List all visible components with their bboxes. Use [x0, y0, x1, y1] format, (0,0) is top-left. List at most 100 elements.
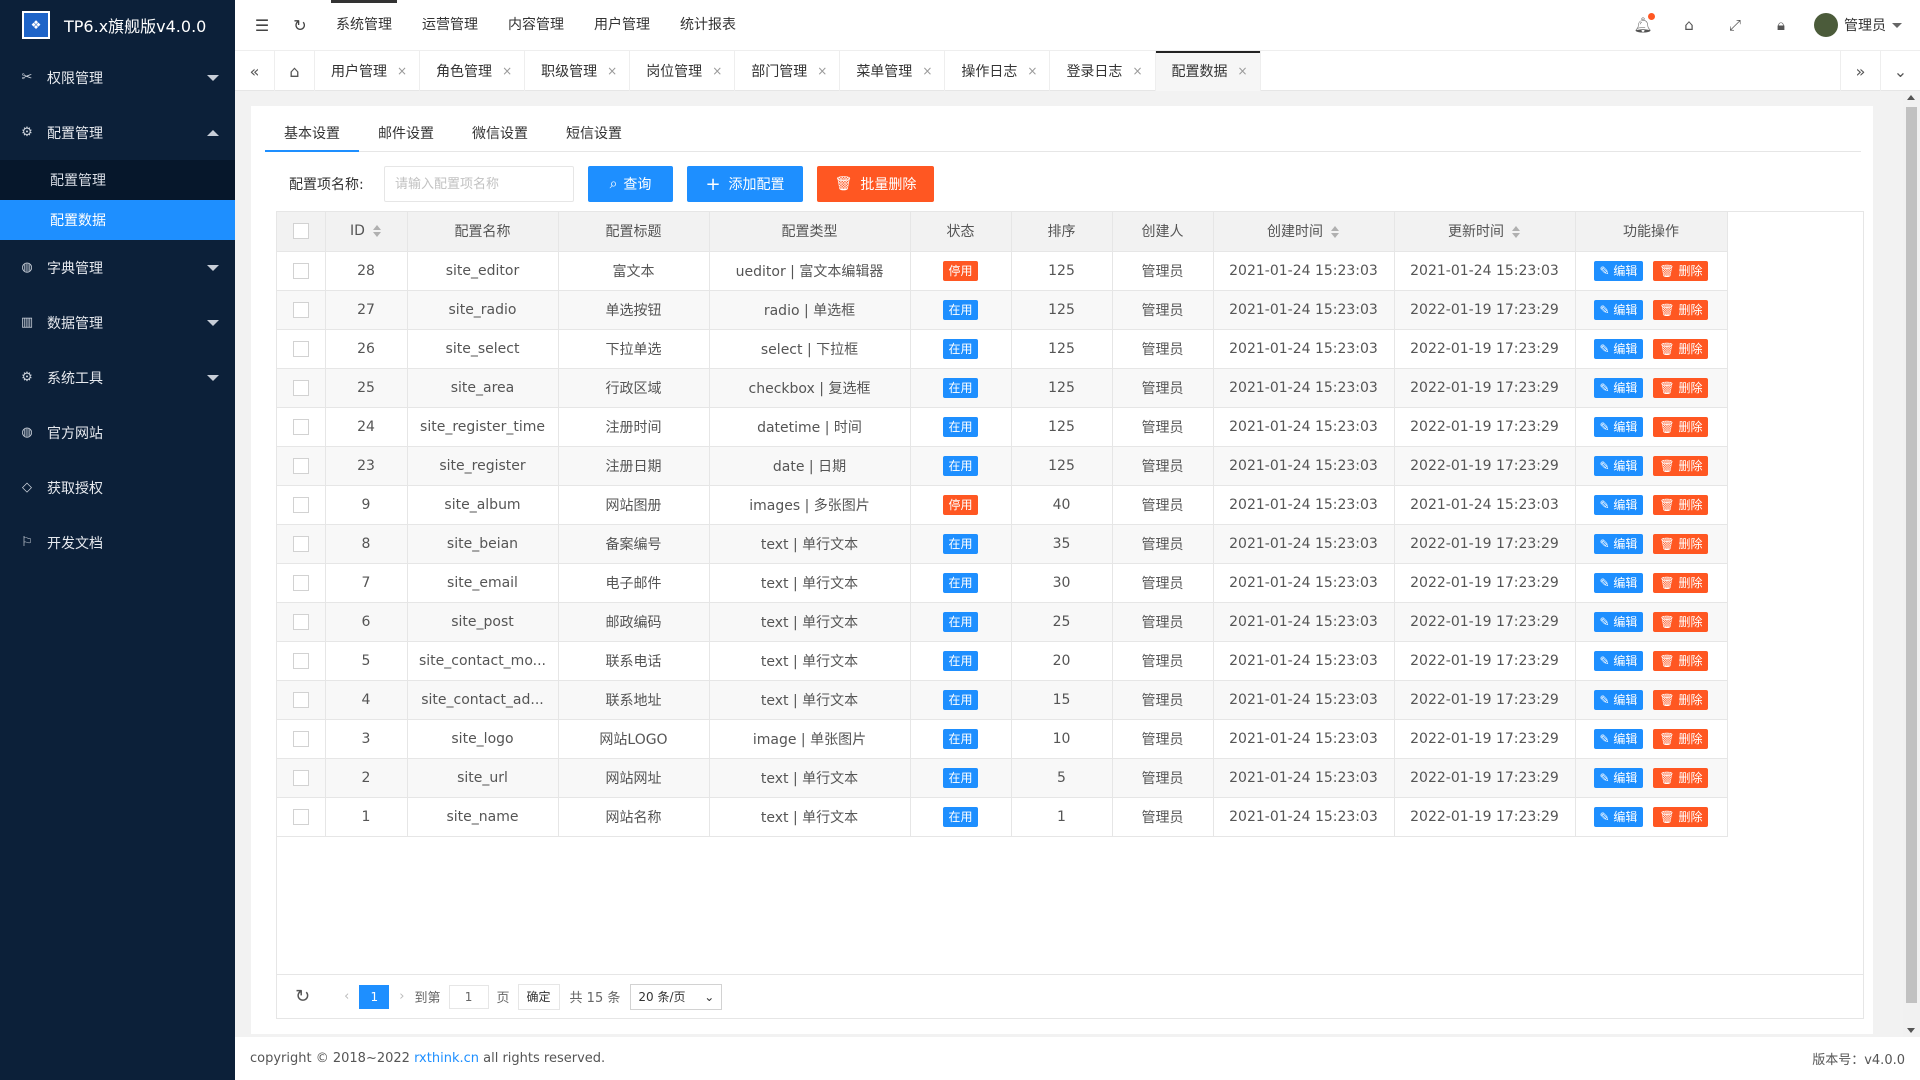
tab-menu-manage[interactable]: 菜单管理 ×	[840, 51, 946, 91]
next-page-icon[interactable]: ›	[399, 989, 404, 1004]
page-current[interactable]: 1	[359, 984, 390, 1009]
status-badge[interactable]: 在用	[943, 611, 978, 632]
edit-button[interactable]: ✎ 编辑	[1593, 806, 1644, 827]
home-icon[interactable]: ⌂	[275, 51, 315, 91]
row-checkbox[interactable]	[292, 730, 309, 747]
user-menu[interactable]: 管理员	[1804, 13, 1920, 37]
delete-button[interactable]: 🗑︎ 删除	[1653, 689, 1709, 710]
delete-button[interactable]: 🗑︎ 删除	[1653, 299, 1709, 320]
scroll-up-icon[interactable]	[1907, 95, 1915, 100]
delete-button[interactable]: 🗑︎ 删除	[1653, 611, 1709, 632]
row-checkbox[interactable]	[292, 574, 309, 591]
status-badge[interactable]: 停用	[943, 494, 978, 515]
row-checkbox[interactable]	[292, 340, 309, 357]
close-icon[interactable]: ×	[922, 64, 932, 78]
topnav-operation[interactable]: 运营管理	[407, 0, 493, 50]
row-checkbox[interactable]	[292, 496, 309, 513]
row-checkbox[interactable]	[292, 691, 309, 708]
sort-icon[interactable]	[1512, 226, 1521, 239]
row-checkbox[interactable]	[292, 652, 309, 669]
sidebar-item-permission[interactable]: ✂ 权限管理	[0, 50, 235, 105]
edit-button[interactable]: ✎ 编辑	[1593, 299, 1644, 320]
close-icon[interactable]: ×	[1238, 64, 1248, 78]
delete-button[interactable]: 🗑︎ 删除	[1653, 533, 1709, 554]
tabs-menu-chevron-down-icon[interactable]: ⌄	[1880, 51, 1920, 91]
refresh-icon[interactable]: ↻	[295, 986, 310, 1007]
sidebar-item-docs[interactable]: ⚐ 开发文档	[0, 515, 235, 570]
close-icon[interactable]: ×	[712, 64, 722, 78]
status-badge[interactable]: 在用	[943, 416, 978, 437]
edit-button[interactable]: ✎ 编辑	[1593, 377, 1644, 398]
sidebar-item-website[interactable]: ◍ 官方网站	[0, 405, 235, 460]
row-checkbox[interactable]	[292, 418, 309, 435]
delete-button[interactable]: 🗑︎ 删除	[1653, 650, 1709, 671]
tab-role-manage[interactable]: 角色管理 ×	[420, 51, 526, 91]
menu-toggle-icon[interactable]: ☰	[247, 16, 277, 35]
row-checkbox[interactable]	[292, 808, 309, 825]
header-created[interactable]: 创建时间	[1213, 212, 1395, 252]
delete-button[interactable]: 🗑︎ 删除	[1653, 338, 1709, 359]
row-checkbox[interactable]	[292, 535, 309, 552]
sort-icon[interactable]	[1331, 226, 1340, 239]
status-badge[interactable]: 在用	[943, 338, 978, 359]
goto-page-input[interactable]: 1	[448, 984, 489, 1009]
prev-page-icon[interactable]: ‹	[344, 989, 349, 1004]
delete-button[interactable]: 🗑︎ 删除	[1653, 260, 1709, 281]
topnav-system[interactable]: 系统管理	[321, 0, 407, 50]
edit-button[interactable]: ✎ 编辑	[1593, 572, 1644, 593]
tab-post-manage[interactable]: 岗位管理 ×	[630, 51, 736, 91]
status-badge[interactable]: 在用	[943, 728, 978, 749]
tab-user-manage[interactable]: 用户管理 ×	[315, 51, 421, 91]
topnav-user[interactable]: 用户管理	[579, 0, 665, 50]
close-icon[interactable]: ×	[1132, 64, 1142, 78]
row-checkbox[interactable]	[292, 769, 309, 786]
delete-button[interactable]: 🗑︎ 删除	[1653, 572, 1709, 593]
status-badge[interactable]: 在用	[943, 455, 978, 476]
close-icon[interactable]: ×	[607, 64, 617, 78]
subtab-basic[interactable]: 基本设置	[265, 116, 359, 152]
row-checkbox[interactable]	[292, 613, 309, 630]
sort-icon[interactable]	[372, 225, 382, 238]
status-badge[interactable]: 在用	[943, 650, 978, 671]
status-badge[interactable]: 在用	[943, 377, 978, 398]
status-badge[interactable]: 在用	[943, 689, 978, 710]
scrollbar-thumb[interactable]	[1906, 107, 1917, 1003]
subtab-wechat[interactable]: 微信设置	[453, 116, 547, 151]
edit-button[interactable]: ✎ 编辑	[1593, 767, 1644, 788]
status-badge[interactable]: 在用	[943, 767, 978, 788]
refresh-icon[interactable]: ↻	[285, 16, 315, 35]
edit-button[interactable]: ✎ 编辑	[1593, 611, 1644, 632]
edit-button[interactable]: ✎ 编辑	[1593, 689, 1644, 710]
delete-button[interactable]: 🗑︎ 删除	[1653, 767, 1709, 788]
row-checkbox[interactable]	[292, 301, 309, 318]
sidebar-item-data[interactable]: ▥ 数据管理	[0, 295, 235, 350]
batch-delete-button[interactable]: 🗑︎ 批量删除	[817, 166, 934, 202]
lock-icon[interactable]: 🔒︎	[1758, 16, 1804, 34]
status-badge[interactable]: 在用	[943, 806, 978, 827]
edit-button[interactable]: ✎ 编辑	[1593, 728, 1644, 749]
query-button[interactable]: ⌕ 查询	[588, 166, 673, 202]
sidebar-subitem-config-manage[interactable]: 配置管理	[0, 160, 235, 200]
config-name-search-input[interactable]	[384, 166, 574, 202]
add-config-button[interactable]: + 添加配置	[687, 166, 803, 202]
tabs-scroll-right-icon[interactable]: »	[1840, 51, 1880, 91]
topnav-stats[interactable]: 统计报表	[665, 0, 751, 50]
delete-button[interactable]: 🗑︎ 删除	[1653, 494, 1709, 515]
page-size-select[interactable]: 20 条/页 ⌄	[630, 983, 723, 1010]
subtab-mail[interactable]: 邮件设置	[359, 116, 453, 151]
row-checkbox[interactable]	[292, 379, 309, 396]
status-badge[interactable]: 停用	[943, 260, 978, 281]
row-checkbox[interactable]	[292, 262, 309, 279]
subtab-sms[interactable]: 短信设置	[547, 116, 641, 151]
edit-button[interactable]: ✎ 编辑	[1593, 416, 1644, 437]
sidebar-item-license[interactable]: ◇ 获取授权	[0, 460, 235, 515]
scroll-down-icon[interactable]	[1907, 1028, 1915, 1033]
row-checkbox[interactable]	[292, 457, 309, 474]
edit-button[interactable]: ✎ 编辑	[1593, 650, 1644, 671]
delete-button[interactable]: 🗑︎ 删除	[1653, 728, 1709, 749]
tab-dept-manage[interactable]: 部门管理 ×	[735, 51, 841, 91]
tabs-scroll-left-icon[interactable]: «	[235, 51, 275, 91]
delete-button[interactable]: 🗑︎ 删除	[1653, 416, 1709, 437]
edit-button[interactable]: ✎ 编辑	[1593, 533, 1644, 554]
tab-login-log[interactable]: 登录日志 ×	[1050, 51, 1156, 91]
